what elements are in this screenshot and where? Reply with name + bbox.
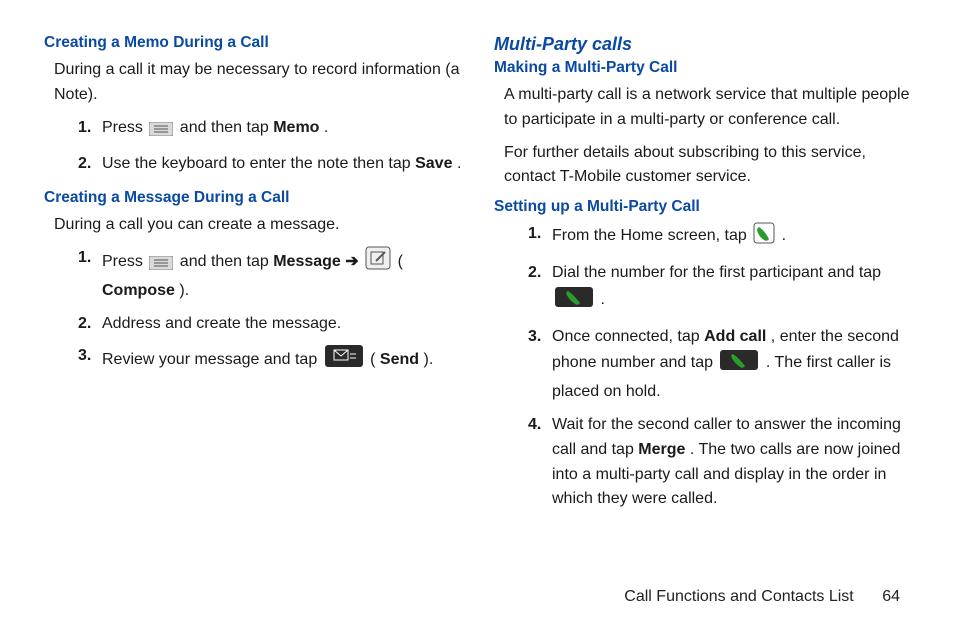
page-number: 64	[882, 588, 900, 605]
message-intro: During a call you can create a message.	[44, 213, 464, 238]
call-button-icon	[554, 286, 594, 317]
mp-step-3: Once connected, tap Add call , enter the…	[552, 325, 914, 405]
memo-intro: During a call it may be necessary to rec…	[44, 58, 464, 108]
menu-icon	[149, 254, 173, 279]
call-button-icon	[719, 349, 759, 380]
arrow-icon: ➔	[345, 253, 363, 270]
message-step-2: Address and create the message.	[102, 312, 464, 337]
right-column: Multi-Party calls Making a Multi-Party C…	[494, 34, 914, 524]
mp-intro-1: A multi-party call is a network service …	[494, 83, 914, 133]
heading-memo: Creating a Memo During a Call	[44, 34, 464, 52]
memo-steps: Press and then tap Memo . Use the keyboa…	[44, 116, 464, 178]
menu-icon	[149, 120, 173, 145]
heading-message: Creating a Message During a Call	[44, 189, 464, 207]
heading-multi-party: Multi-Party calls	[494, 34, 914, 55]
send-icon	[324, 344, 364, 377]
message-step-1: Press and then tap Message ➔ ( Compose )…	[102, 246, 464, 304]
mp-intro-2: For further details about subscribing to…	[494, 141, 914, 191]
page-footer: Call Functions and Contacts List 64	[624, 588, 900, 606]
message-step-3: Review your message and tap ( Send ).	[102, 344, 464, 377]
memo-step-1: Press and then tap Memo .	[102, 116, 464, 145]
heading-setup-mp: Setting up a Multi-Party Call	[494, 198, 914, 216]
mp-step-2: Dial the number for the first participan…	[552, 261, 914, 317]
left-column: Creating a Memo During a Call During a c…	[44, 34, 464, 524]
mp-step-1: From the Home screen, tap .	[552, 222, 914, 253]
memo-step-2: Use the keyboard to enter the note then …	[102, 152, 464, 177]
section-name: Call Functions and Contacts List	[624, 588, 853, 605]
manual-page: Creating a Memo During a Call During a c…	[0, 0, 954, 524]
mp-steps: From the Home screen, tap . Dial the num…	[494, 222, 914, 512]
heading-making-mp: Making a Multi-Party Call	[494, 59, 914, 77]
message-steps: Press and then tap Message ➔ ( Compose )…	[44, 246, 464, 377]
mp-step-4: Wait for the second caller to answer the…	[552, 413, 914, 512]
phone-app-icon	[753, 222, 775, 253]
compose-icon	[365, 246, 391, 279]
